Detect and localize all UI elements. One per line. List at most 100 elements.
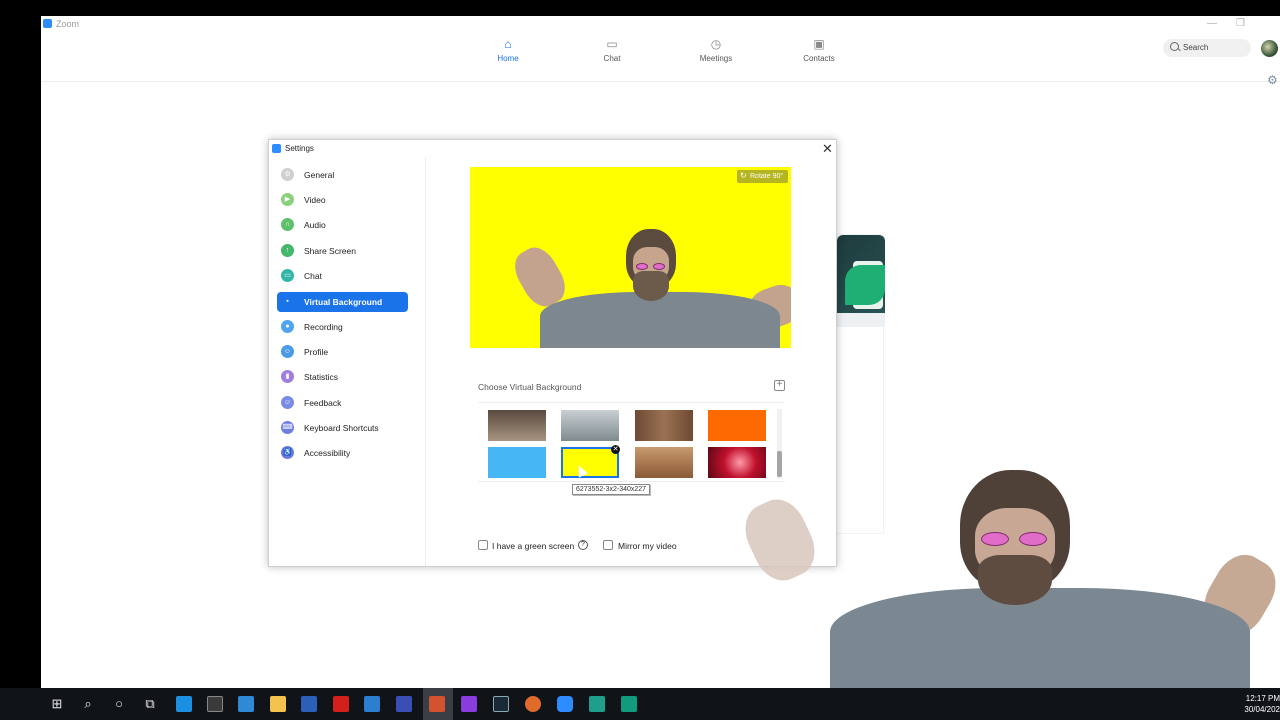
app-green-icon[interactable] [621,696,637,712]
card-leaf [845,265,885,305]
window-title: Zoom [56,19,80,29]
store-icon[interactable] [207,696,223,712]
file-explorer-icon[interactable] [270,696,286,712]
word-icon[interactable] [301,696,317,712]
rotate-icon: ↻ [740,171,747,180]
app-teal-icon[interactable] [589,696,605,712]
sidebar-item-recording[interactable]: ● Recording [277,317,408,337]
background-thumb-office-room[interactable] [561,410,619,441]
taskbar: ⊞ ⌕ ○ ⧉ 12:17 PM 30/04/202 [0,688,1280,720]
acrobat-icon[interactable] [333,696,349,712]
outlook-icon[interactable] [396,696,412,712]
rotate-button[interactable]: ↻ Rotate 90° [737,170,788,183]
virtual-background-icon: ▪ [281,295,294,308]
sidebar-item-feedback[interactable]: ☺ Feedback [277,393,408,413]
video-preview: ↻ Rotate 90° [470,167,791,348]
nav-contacts[interactable]: ▣ Contacts [789,37,849,64]
settings-gear-icon[interactable]: ⚙ [1267,73,1278,87]
add-background-icon[interactable]: + [774,380,785,391]
sidebar-item-accessibility[interactable]: ♿ Accessibility [277,443,408,463]
sidebar-item-label: Audio [304,220,326,230]
statistics-icon: ▮ [281,370,294,383]
cortana-icon[interactable]: ○ [110,695,128,713]
minimize-icon[interactable]: — [1207,18,1217,29]
sidebar-item-virtual-background[interactable]: ▪ Virtual Background [277,292,408,312]
photos-icon[interactable] [364,696,380,712]
choose-background-label: Choose Virtual Background [478,382,582,392]
help-icon[interactable]: ? [578,540,588,550]
sidebar-item-chat[interactable]: ▭ Chat [277,266,408,286]
edge-icon[interactable] [176,696,192,712]
nav-contacts-label: Contacts [803,54,835,63]
desktop-screen: Zoom — ❐ ⌂ Home ▭ Chat ◷ Meetings ▣ Cont… [0,0,1280,720]
background-thumb-yellow[interactable] [561,447,619,478]
zoom-taskbar-icon[interactable] [557,696,573,712]
sidebar-item-label: Chat [304,271,322,281]
preview-shirt [540,292,780,348]
headset-app-icon[interactable] [525,696,541,712]
restore-icon[interactable]: ❐ [1236,18,1245,29]
sidebar-item-label: Statistics [304,372,339,382]
sidebar-item-audio[interactable]: ∩ Audio [277,215,408,235]
card-illustration [837,235,885,313]
clock-time: 12:17 PM [1245,694,1280,703]
top-navigation: ⌂ Home ▭ Chat ◷ Meetings ▣ Contacts [41,32,1280,82]
overlay-beard [978,555,1052,605]
sidebar-item-profile[interactable]: ☺ Profile [277,342,408,362]
background-thumb-light-blue[interactable] [488,447,546,478]
nav-chat[interactable]: ▭ Chat [582,37,642,64]
keyboard-icon: ⌨ [281,421,294,434]
search-icon[interactable]: ⌕ [79,695,97,713]
rotate-label: Rotate 90° [750,173,784,180]
background-thumb-orange[interactable] [708,410,766,441]
chat-icon: ▭ [281,269,294,282]
background-tooltip: 6273552-3x2-340x227 [572,484,651,495]
sidebar-item-keyboard-shortcuts[interactable]: ⌨ Keyboard Shortcuts [277,418,408,438]
nav-home[interactable]: ⌂ Home [478,37,538,64]
sidebar-item-video[interactable]: ▶ Video [277,190,408,210]
record-icon: ● [281,320,294,333]
sidebar-item-label: Accessibility [304,448,351,458]
background-thumb-wooden-wall[interactable] [635,410,693,441]
powerpoint-icon[interactable] [429,696,445,712]
search-placeholder: Search [1183,43,1209,52]
task-view-icon[interactable]: ⧉ [141,695,159,713]
nav-meetings[interactable]: ◷ Meetings [686,38,746,64]
remove-background-icon[interactable]: ✕ [611,445,620,454]
search-input[interactable]: Search [1163,39,1251,57]
accessibility-icon: ♿ [281,446,294,459]
taskbar-clock[interactable]: 12:17 PM 30/04/202 [1236,693,1280,715]
overlay-left-hand [735,491,825,589]
sidebar-item-statistics[interactable]: ▮ Statistics [277,367,408,387]
sidebar-item-label: Share Screen [304,246,356,256]
mirror-video-checkbox[interactable] [603,540,613,550]
preview-glasses-right [653,263,665,270]
feedback-icon: ☺ [281,396,294,409]
overlay-shirt [830,588,1250,698]
nav-chat-label: Chat [603,54,621,63]
mirror-video-label: Mirror my video [618,541,677,551]
contacts-icon: ▣ [813,37,825,51]
mail-icon[interactable] [238,696,254,712]
chat-icon: ▭ [606,37,618,51]
sidebar-item-label: Video [304,195,326,205]
zoom-logo-icon [272,144,281,153]
sidebar-item-general[interactable]: ⚙ General [277,165,408,185]
settings-sidebar: ⚙ General ▶ Video ∩ Audio ↑ Share Screen… [269,157,426,566]
clock-date: 30/04/202 [1244,705,1280,714]
green-screen-label: I have a green screen [492,541,575,551]
card-strip [837,313,885,327]
gear-icon: ⚙ [281,168,294,181]
avatar[interactable] [1261,40,1278,57]
preview-glasses-left [636,263,648,270]
home-icon: ⌂ [504,37,512,51]
background-thumb-person-photo[interactable] [488,410,546,441]
background-thumb-wood-floor[interactable] [635,447,693,478]
windows-start-icon[interactable]: ⊞ [48,695,66,713]
sidebar-item-share-screen[interactable]: ↑ Share Screen [277,241,408,261]
steam-icon[interactable] [493,696,509,712]
close-icon[interactable]: ✕ [822,141,833,157]
twitch-icon[interactable] [461,696,477,712]
green-screen-checkbox[interactable] [478,540,488,550]
sidebar-item-label: Profile [304,347,329,357]
